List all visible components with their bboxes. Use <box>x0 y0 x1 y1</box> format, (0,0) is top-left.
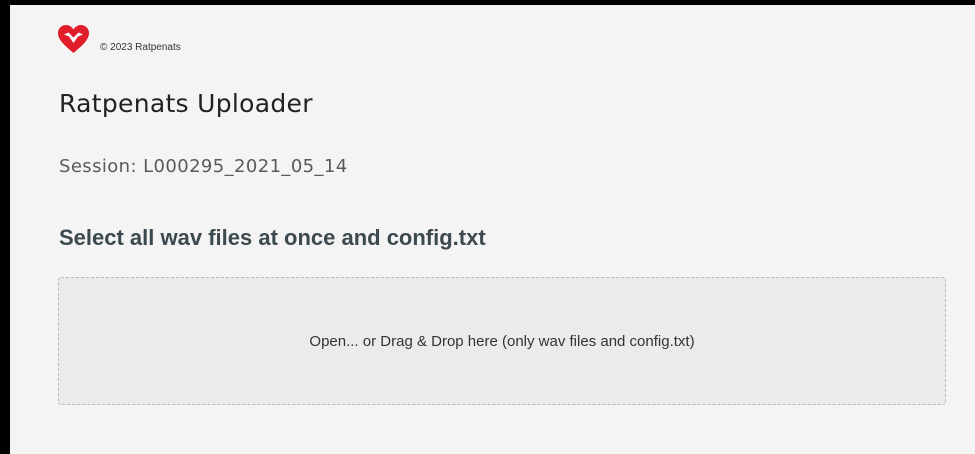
brand-row: © 2023 Ratpenats <box>57 18 181 54</box>
page-container: © 2023 Ratpenats Ratpenats Uploader Sess… <box>10 5 975 454</box>
file-dropzone[interactable]: Open... or Drag & Drop here (only wav fi… <box>58 277 946 405</box>
heart-logo-icon <box>58 25 89 53</box>
dropzone-text: Open... or Drag & Drop here (only wav fi… <box>309 332 695 350</box>
upload-instruction: Select all wav files at once and config.… <box>59 225 486 250</box>
session-id: L000295_2021_05_14 <box>143 156 348 177</box>
browser-viewport: © 2023 Ratpenats Ratpenats Uploader Sess… <box>0 0 975 454</box>
page-title: Ratpenats Uploader <box>59 89 313 118</box>
session-info: Session: L000295_2021_05_14 <box>59 156 348 177</box>
session-label: Session: <box>59 156 137 177</box>
copyright-text: © 2023 Ratpenats <box>100 42 181 53</box>
